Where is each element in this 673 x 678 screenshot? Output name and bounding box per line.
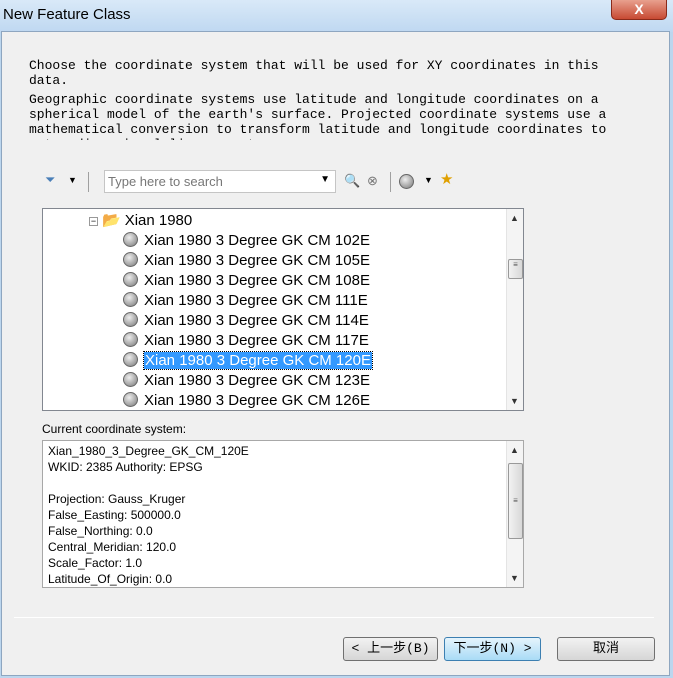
scroll-down-icon[interactable]: ▼ bbox=[510, 396, 519, 406]
details-scrollbar[interactable]: ▲ ≡ ▼ bbox=[506, 441, 523, 587]
window-title: New Feature Class bbox=[3, 6, 131, 23]
tree-item[interactable]: Xian 1980 3 Degree GK CM 105E bbox=[123, 251, 370, 271]
globe-icon bbox=[123, 312, 138, 327]
tree-item[interactable]: Xian 1980 3 Degree GK CM 117E bbox=[123, 331, 369, 351]
tree-item-label: Xian 1980 3 Degree GK CM 111E bbox=[144, 292, 368, 309]
tree-item-label: Xian 1980 3 Degree GK CM 120E bbox=[143, 351, 373, 370]
search-icon[interactable]: 🔍 bbox=[344, 173, 360, 189]
tree-item-label: Xian 1980 3 Degree GK CM 114E bbox=[144, 312, 369, 329]
current-system-label: Current coordinate system: bbox=[42, 422, 187, 436]
detail-line bbox=[43, 475, 523, 491]
globe-dropdown-icon[interactable]: ▼ bbox=[424, 175, 433, 185]
detail-line: Central_Meridian: 120.0 bbox=[48, 540, 177, 554]
globe-icon bbox=[123, 272, 138, 287]
close-button[interactable]: X bbox=[611, 0, 667, 20]
detail-line: WKID: 2385 Authority: EPSG bbox=[48, 460, 203, 474]
tree-item-label: Xian 1980 3 Degree GK CM 126E bbox=[144, 392, 370, 409]
filter-icon[interactable]: ⏷ bbox=[45, 172, 55, 188]
tree-item[interactable]: Xian 1980 3 Degree GK CM 126E bbox=[123, 391, 370, 410]
detail-line: False_Northing: 0.0 bbox=[48, 524, 153, 538]
tree-item-label: Xian 1980 3 Degree GK CM 108E bbox=[144, 272, 370, 289]
collapse-icon[interactable]: − bbox=[89, 217, 98, 226]
description-line: Geographic coordinate systems use latitu… bbox=[29, 92, 607, 140]
coordinate-system-tree[interactable]: − 📂 Xian 1980 Xian 1980 3 Degree GK CM 102… bbox=[42, 208, 524, 411]
detail-line: Latitude_Of_Origin: 0.0 bbox=[48, 572, 173, 586]
scroll-up-icon[interactable]: ▲ bbox=[510, 213, 519, 223]
globe-icon bbox=[123, 352, 138, 367]
tree-item[interactable]: Xian 1980 3 Degree GK CM 114E bbox=[123, 311, 369, 331]
tree-item[interactable]: Xian 1980 3 Degree GK CM 111E bbox=[123, 291, 368, 311]
globe-icon bbox=[123, 252, 138, 267]
globe-icon bbox=[123, 292, 138, 307]
back-button[interactable]: < 上一步(B) bbox=[343, 637, 438, 661]
scroll-up-icon[interactable]: ▲ bbox=[510, 445, 519, 455]
description-line: Choose the coordinate system that will b… bbox=[29, 58, 599, 88]
globe-icon bbox=[123, 232, 138, 247]
tree-item-label: Xian 1980 3 Degree GK CM 123E bbox=[144, 372, 370, 389]
search-dropdown-icon[interactable]: ▼ bbox=[320, 174, 330, 185]
next-button[interactable]: 下一步(N) > bbox=[444, 637, 541, 661]
globe-icon[interactable] bbox=[399, 174, 414, 189]
tree-item[interactable]: Xian 1980 3 Degree GK CM 123E bbox=[123, 371, 370, 391]
tree-item-label: Xian 1980 3 Degree GK CM 117E bbox=[144, 332, 369, 349]
detail-line: Projection: Gauss_Kruger bbox=[48, 492, 186, 506]
globe-icon bbox=[123, 332, 138, 347]
globe-icon bbox=[123, 392, 138, 407]
favorite-add-icon[interactable]: ★ bbox=[440, 170, 453, 188]
divider bbox=[14, 617, 654, 618]
tree-item[interactable]: Xian 1980 3 Degree GK CM 108E bbox=[123, 271, 370, 291]
clear-search-icon[interactable]: ⊗ bbox=[367, 173, 378, 189]
folder-icon: 📂 bbox=[102, 212, 121, 229]
detail-line: Scale_Factor: 1.0 bbox=[48, 556, 143, 570]
folder-label: Xian 1980 bbox=[124, 212, 193, 229]
globe-icon bbox=[123, 372, 138, 387]
detail-line: False_Easting: 500000.0 bbox=[48, 508, 181, 522]
detail-line: Xian_1980_3_Degree_GK_CM_120E bbox=[48, 444, 249, 458]
search-input[interactable]: Type here to search ▼ bbox=[104, 170, 336, 193]
filter-dropdown-icon[interactable]: ▼ bbox=[68, 175, 77, 185]
cancel-button[interactable]: 取消 bbox=[557, 637, 655, 661]
title-bar: New Feature Class X bbox=[0, 0, 673, 32]
tree-scrollbar[interactable]: ▲ ≡ ▼ bbox=[506, 209, 523, 410]
tree-folder-xian-1980[interactable]: − 📂 Xian 1980 bbox=[89, 211, 192, 231]
tree-item[interactable]: Xian 1980 3 Degree GK CM 102E bbox=[123, 231, 370, 251]
search-placeholder: Type here to search bbox=[108, 174, 223, 189]
current-system-details[interactable]: Xian_1980_3_Degree_GK_CM_120E WKID: 2385 … bbox=[42, 440, 524, 588]
scroll-thumb[interactable]: ≡ bbox=[508, 463, 523, 539]
scroll-down-icon[interactable]: ▼ bbox=[510, 573, 519, 583]
tree-item[interactable]: Xian 1980 3 Degree GK CM 120E bbox=[123, 351, 373, 371]
tree-item-label: Xian 1980 3 Degree GK CM 102E bbox=[144, 232, 370, 249]
description: Choose the coordinate system that will b… bbox=[29, 58, 619, 140]
scroll-thumb[interactable]: ≡ bbox=[508, 259, 523, 279]
tree-item-label: Xian 1980 3 Degree GK CM 105E bbox=[144, 252, 370, 269]
